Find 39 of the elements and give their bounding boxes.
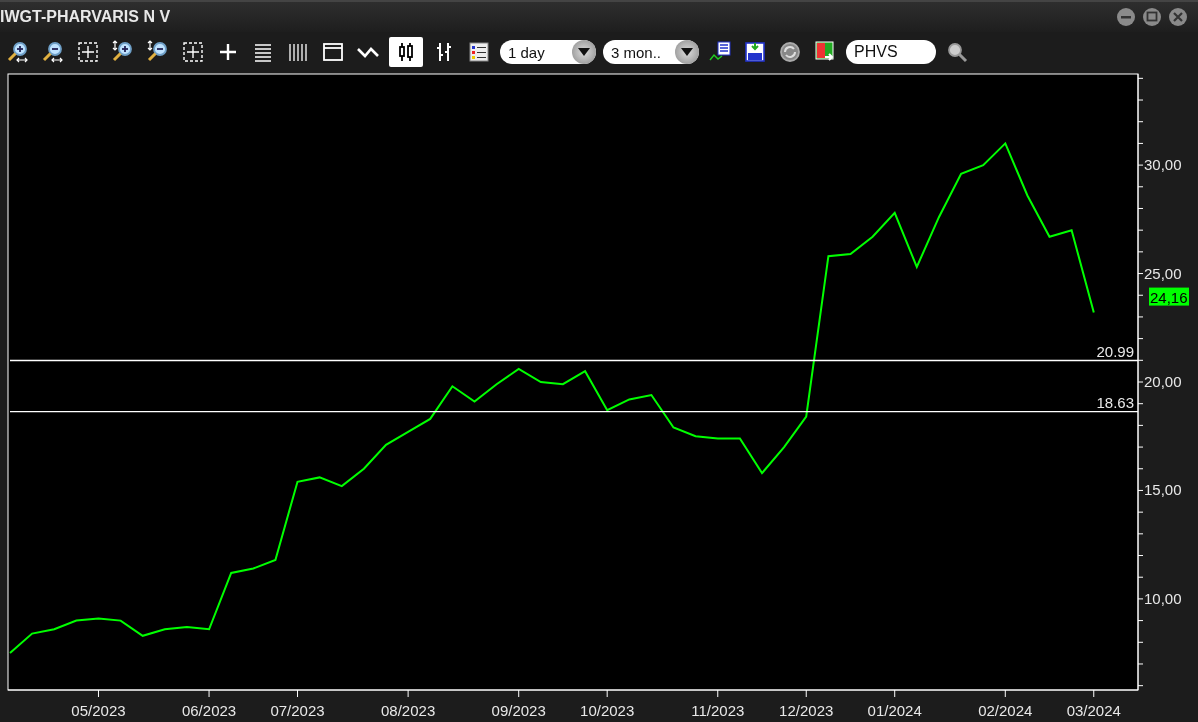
x-tick-label: 01/2024 bbox=[867, 702, 922, 719]
x-tick-label: 10/2023 bbox=[580, 702, 635, 719]
zoom-in-icon[interactable] bbox=[111, 40, 135, 64]
zoom-out-icon[interactable] bbox=[41, 40, 65, 64]
window-title: IWGT-PHARVARIS N V bbox=[0, 8, 171, 26]
last-price-tag: 24,16 bbox=[1149, 287, 1189, 306]
level-label: 18.63 bbox=[1096, 393, 1134, 411]
maximize-icon[interactable] bbox=[1142, 7, 1162, 27]
x-tick-label: 03/2024 bbox=[1066, 702, 1121, 719]
x-tick-label: 02/2024 bbox=[978, 702, 1033, 719]
y-tick-label: 30,00 bbox=[1144, 156, 1182, 174]
dropdown[interactable]: 3 mon.. bbox=[603, 40, 699, 64]
x-tick-label: 09/2023 bbox=[491, 702, 546, 719]
x-tick-label: 11/2023 bbox=[691, 702, 745, 719]
save-icon[interactable] bbox=[743, 40, 767, 64]
y-tick-label: 10,00 bbox=[1144, 589, 1182, 607]
x-tick-label: 08/2023 bbox=[381, 702, 436, 719]
y-tick-label: 20,00 bbox=[1144, 373, 1182, 390]
close-icon[interactable] bbox=[1168, 7, 1188, 27]
level-line[interactable] bbox=[9, 359, 1139, 362]
symbol-field[interactable]: PHVS bbox=[846, 40, 936, 64]
window-icon[interactable] bbox=[321, 40, 345, 64]
x-tick-label: 05/2023 bbox=[71, 702, 126, 719]
search-icon[interactable] bbox=[945, 40, 969, 64]
level-label: 20.99 bbox=[1096, 342, 1134, 360]
x-tick-label: 12/2023 bbox=[779, 702, 834, 719]
y-tick-label: 15,00 bbox=[1144, 481, 1182, 499]
caret-icon bbox=[578, 48, 590, 56]
minimize-icon[interactable] bbox=[1116, 7, 1136, 27]
dropdown[interactable]: 1 day bbox=[500, 40, 596, 64]
refresh-icon[interactable] bbox=[778, 40, 802, 64]
zoom-in-icon[interactable] bbox=[6, 40, 30, 64]
x-tick-label: 07/2023 bbox=[270, 702, 325, 719]
caret-icon bbox=[681, 48, 693, 56]
x-tick-label: 06/2023 bbox=[181, 702, 237, 719]
zoom-out-icon[interactable] bbox=[146, 40, 170, 64]
level-line[interactable] bbox=[9, 411, 1139, 413]
legend-icon[interactable] bbox=[467, 40, 491, 64]
y-tick-label: 25,00 bbox=[1144, 264, 1182, 282]
